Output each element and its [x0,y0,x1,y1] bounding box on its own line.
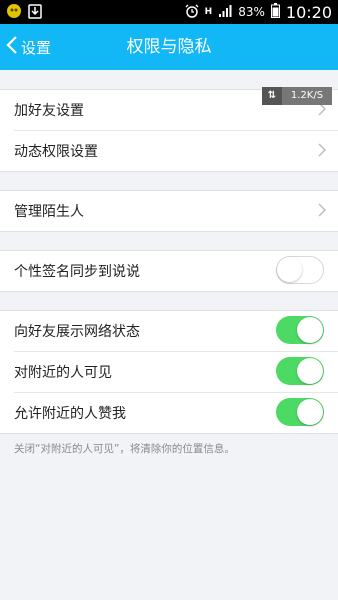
row-label: 对附近的人可见 [14,365,112,381]
toggle-knob [277,257,302,282]
row-label: 允许附近的人赞我 [14,406,126,422]
network-speed-value: 1.2K/S [282,87,332,105]
chevron-right-icon [318,203,327,221]
manage-strangers-row[interactable]: 管理陌生人 [0,191,338,231]
signature-sync-row: 个性签名同步到说说 [0,251,338,291]
visible-to-nearby-toggle[interactable] [276,357,324,385]
row-label: 动态权限设置 [14,144,98,160]
row-label: 管理陌生人 [14,204,84,220]
row-label: 加好友设置 [14,103,84,119]
show-network-status-toggle[interactable] [276,316,324,344]
toggle-knob [297,399,323,425]
group-signature: 个性签名同步到说说 [0,250,338,292]
feed-permission-settings-row[interactable]: 动态权限设置 [14,130,338,171]
show-network-status-row: 向好友展示网络状态 [0,311,338,351]
status-bar: H 83% 10:20 [0,0,338,24]
nav-bar: 设置 权限与隐私 [0,24,338,70]
visible-to-nearby-row: 对附近的人可见 [14,351,338,392]
battery-percent: 83% [238,5,265,19]
toggle-knob [297,358,323,384]
signal-icon [218,4,232,21]
clock: 10:20 [285,2,332,22]
network-speed-overlay: ⇅ 1.2K/S [262,87,332,105]
allow-nearby-like-row: 允许附近的人赞我 [14,392,338,433]
network-type-label: H [204,7,213,17]
row-label: 向好友展示网络状态 [14,324,140,340]
location-footnote: 关闭“对附近的人可见”，将清除你的位置信息。 [14,443,235,455]
signature-sync-toggle[interactable] [276,256,324,284]
row-label: 个性签名同步到说说 [14,264,140,280]
notification-app-icon [6,3,22,23]
transfer-arrows-icon: ⇅ [262,87,282,105]
allow-nearby-like-toggle[interactable] [276,398,324,426]
toggle-knob [297,317,323,343]
download-notification-icon [28,3,42,23]
battery-icon [270,3,280,21]
group-visibility: 向好友展示网络状态 对附近的人可见 允许附近的人赞我 [0,310,338,434]
group-strangers: 管理陌生人 [0,190,338,232]
chevron-right-icon [318,143,327,161]
alarm-icon [185,4,199,21]
page-title: 权限与隐私 [126,37,212,57]
